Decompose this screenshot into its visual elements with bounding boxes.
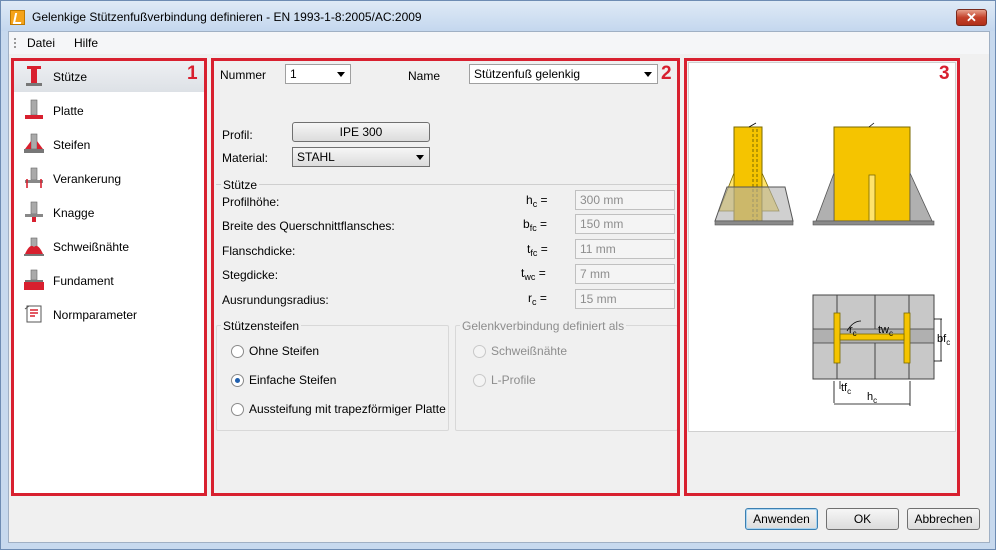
ok-button[interactable]: OK — [826, 508, 899, 530]
annotation-box-3 — [684, 58, 960, 496]
menu-grip-icon — [14, 38, 16, 48]
cancel-button[interactable]: Abbrechen — [907, 508, 980, 530]
apply-button[interactable]: Anwenden — [745, 508, 818, 530]
annotation-number-3: 3 — [939, 63, 950, 84]
menu-hilfe[interactable]: Hilfe — [74, 36, 98, 50]
annotation-number-2: 2 — [661, 63, 672, 84]
annotation-box-2 — [211, 58, 680, 496]
menu-bar: Datei Hilfe — [9, 32, 989, 54]
window-title: Gelenkige Stützenfußverbindung definiere… — [32, 10, 422, 24]
annotation-number-1: 1 — [187, 63, 198, 84]
close-button[interactable]: ✕ — [956, 9, 987, 26]
app-logo-icon — [10, 10, 25, 25]
title-bar: Gelenkige Stützenfußverbindung definiere… — [1, 1, 995, 31]
menu-datei[interactable]: Datei — [27, 36, 55, 50]
annotation-box-1 — [11, 58, 207, 496]
